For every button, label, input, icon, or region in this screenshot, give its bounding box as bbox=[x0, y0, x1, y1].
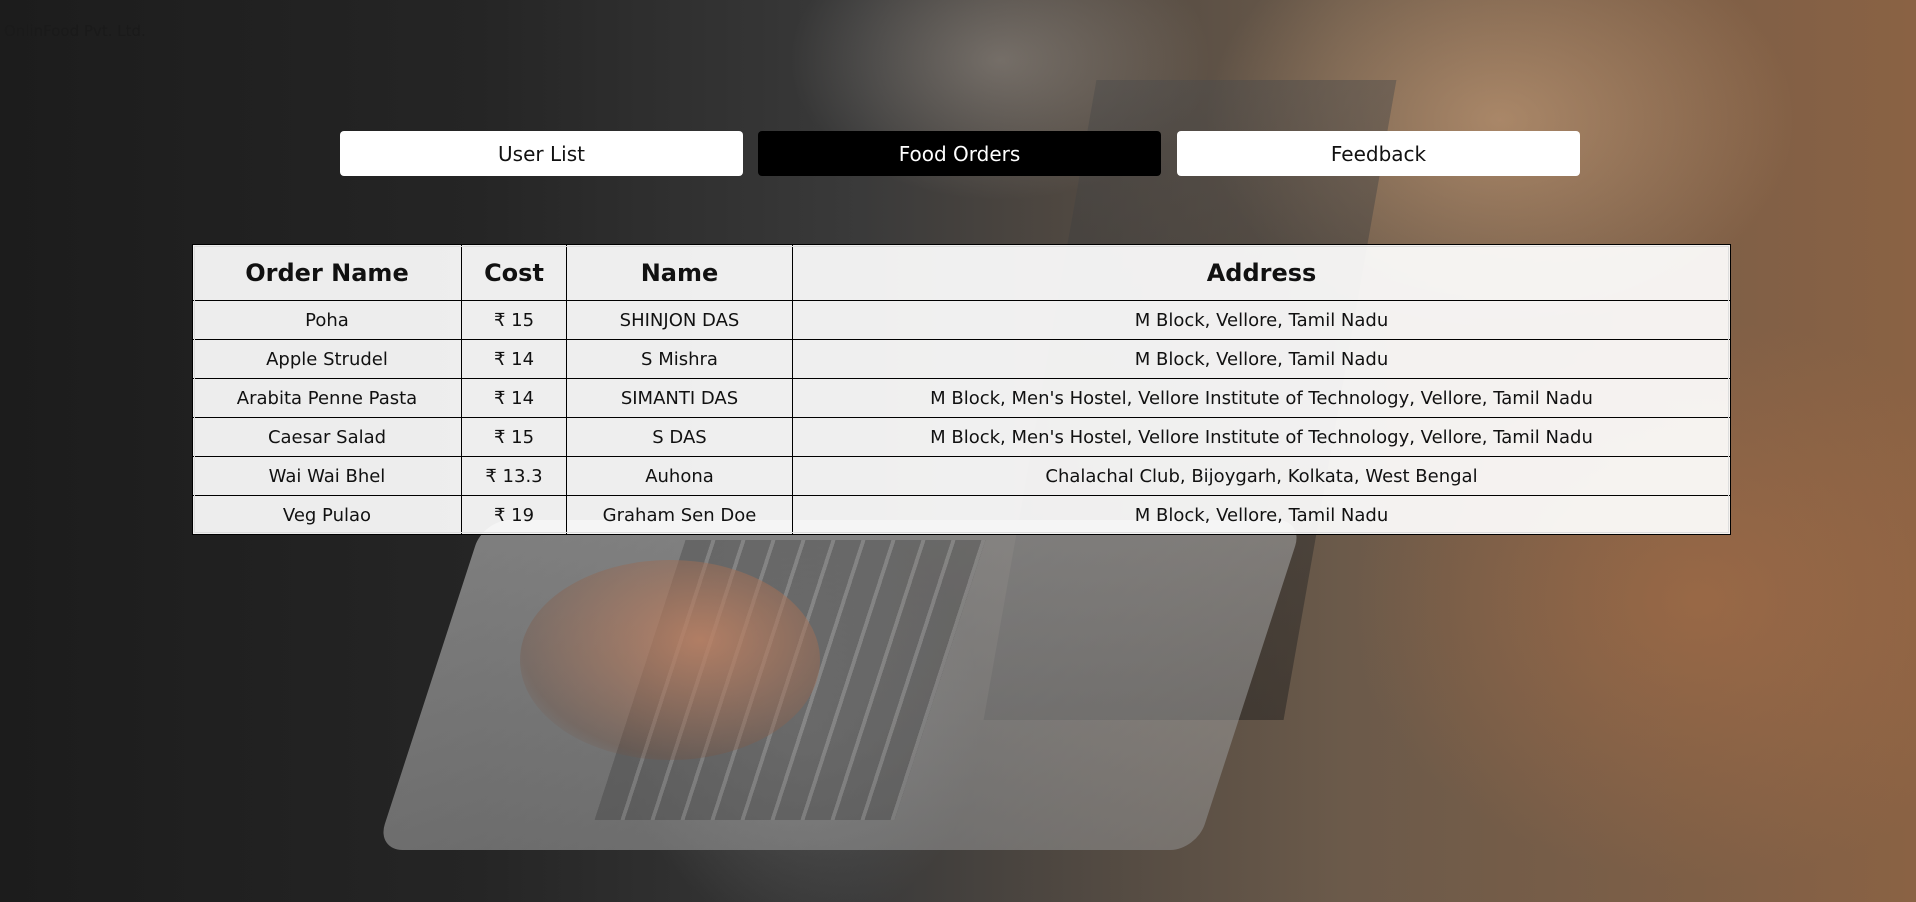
nav-tabs: User List Food Orders Feedback bbox=[340, 131, 1580, 176]
cell-cost: ₹ 19 bbox=[461, 495, 567, 535]
cell-address: M Block, Men's Hostel, Vellore Institute… bbox=[792, 378, 1731, 418]
hand-image bbox=[520, 560, 820, 760]
cell-order-name: Apple Strudel bbox=[192, 339, 462, 379]
table-row: Caesar Salad ₹ 15 S DAS M Block, Men's H… bbox=[192, 417, 1731, 457]
cell-address: M Block, Men's Hostel, Vellore Institute… bbox=[792, 417, 1731, 457]
table-row: Wai Wai Bhel ₹ 13.3 Auhona Chalachal Clu… bbox=[192, 456, 1731, 496]
cell-cost: ₹ 14 bbox=[461, 378, 567, 418]
cell-cost: ₹ 13.3 bbox=[461, 456, 567, 496]
cell-order-name: Wai Wai Bhel bbox=[192, 456, 462, 496]
table-row: Apple Strudel ₹ 14 S Mishra M Block, Vel… bbox=[192, 339, 1731, 379]
tab-food-orders[interactable]: Food Orders bbox=[758, 131, 1161, 176]
header-address: Address bbox=[792, 244, 1731, 301]
cell-address: M Block, Vellore, Tamil Nadu bbox=[792, 300, 1731, 340]
tab-feedback[interactable]: Feedback bbox=[1177, 131, 1580, 176]
orders-table: Order Name Cost Name Address Poha ₹ 15 S… bbox=[192, 244, 1731, 535]
cell-name: S DAS bbox=[566, 417, 793, 457]
cell-order-name: Caesar Salad bbox=[192, 417, 462, 457]
cell-name: Graham Sen Doe bbox=[566, 495, 793, 535]
cell-name: SHINJON DAS bbox=[566, 300, 793, 340]
table-row: Veg Pulao ₹ 19 Graham Sen Doe M Block, V… bbox=[192, 495, 1731, 535]
cell-name: SIMANTI DAS bbox=[566, 378, 793, 418]
cell-order-name: Poha bbox=[192, 300, 462, 340]
table-row: Poha ₹ 15 SHINJON DAS M Block, Vellore, … bbox=[192, 300, 1731, 340]
cell-order-name: Veg Pulao bbox=[192, 495, 462, 535]
header-cost: Cost bbox=[461, 244, 567, 301]
cell-cost: ₹ 15 bbox=[461, 300, 567, 340]
cell-name: S Mishra bbox=[566, 339, 793, 379]
cell-cost: ₹ 15 bbox=[461, 417, 567, 457]
cell-name: Auhona bbox=[566, 456, 793, 496]
cell-order-name: Arabita Penne Pasta bbox=[192, 378, 462, 418]
table-header-row: Order Name Cost Name Address bbox=[192, 244, 1731, 301]
cell-address: M Block, Vellore, Tamil Nadu bbox=[792, 339, 1731, 379]
header-name: Name bbox=[566, 244, 793, 301]
cell-address: M Block, Vellore, Tamil Nadu bbox=[792, 495, 1731, 535]
tab-user-list[interactable]: User List bbox=[340, 131, 743, 176]
table-row: Arabita Penne Pasta ₹ 14 SIMANTI DAS M B… bbox=[192, 378, 1731, 418]
cell-address: Chalachal Club, Bijoygarh, Kolkata, West… bbox=[792, 456, 1731, 496]
cell-cost: ₹ 14 bbox=[461, 339, 567, 379]
header-order-name: Order Name bbox=[192, 244, 462, 301]
company-name: OnlinFood Pvt. Ltd. bbox=[4, 22, 146, 40]
